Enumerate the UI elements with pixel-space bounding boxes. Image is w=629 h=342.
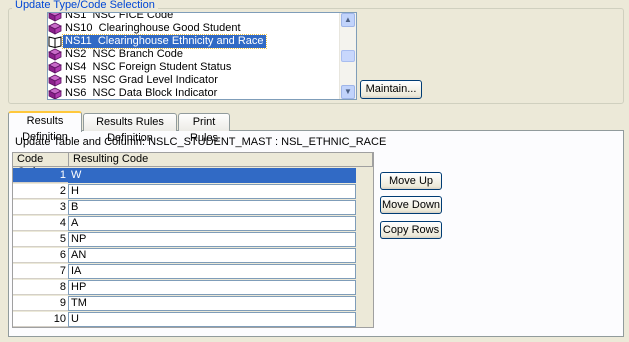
scroll-down-arrow-icon[interactable]: ▼ — [341, 85, 355, 99]
column-header-resulting-code[interactable]: Resulting Code — [69, 153, 373, 167]
tab-results-rules-definition[interactable]: Results Rules Definition — [83, 113, 177, 144]
table-row[interactable]: 4A — [13, 216, 358, 232]
code-order-cell[interactable]: 9 — [13, 296, 68, 311]
list-item-code: NS4 — [65, 61, 87, 73]
book-icon — [48, 61, 62, 74]
table-row[interactable]: 10 U — [13, 312, 358, 328]
resulting-code-cell[interactable]: H — [68, 184, 356, 199]
table-row[interactable]: 1W — [13, 168, 358, 184]
code-order-cell[interactable]: 4 — [13, 216, 68, 231]
table-row[interactable]: 6 AN — [13, 248, 358, 264]
list-item-description: NSC Branch Code — [92, 48, 184, 60]
copy-rows-button[interactable]: Copy Rows — [380, 221, 442, 239]
table-row[interactable]: 7 IA — [13, 264, 358, 280]
move-up-button[interactable]: Move Up — [380, 172, 442, 190]
list-item-label: NS4 NSC Foreign Student Status — [63, 61, 233, 74]
type-code-listbox[interactable]: NS1 NSC FICE Code NS10 Clearinghouse Good… — [47, 12, 357, 100]
book-icon — [48, 48, 62, 61]
tab-results-definition[interactable]: Results Definition — [8, 111, 82, 143]
book-icon — [48, 87, 62, 99]
code-order-cell[interactable]: 10 — [13, 312, 68, 327]
list-item[interactable]: NS4 NSC Foreign Student Status — [48, 61, 338, 74]
list-item-code: NS11 — [65, 35, 92, 47]
list-item-label: NS1 NSC FICE Code — [63, 12, 175, 22]
list-item-code: NS10 — [65, 22, 93, 34]
maintain-button[interactable]: Maintain... — [360, 80, 422, 99]
list-item-code: NS1 — [65, 12, 87, 21]
group-title: Update Type/Code Selection — [12, 0, 158, 11]
book-icon — [48, 74, 62, 87]
resulting-code-cell[interactable]: W — [68, 168, 356, 183]
list-item-code: NS2 — [65, 48, 87, 60]
update-table-column-label: Update Table and Column: NSLC_STUDENT_MA… — [15, 136, 387, 148]
list-item-description: NSC Foreign Student Status — [92, 61, 232, 73]
book-icon — [48, 22, 62, 35]
code-order-cell[interactable]: 3 — [13, 200, 68, 215]
table-row[interactable]: 8 HP — [13, 280, 358, 296]
list-item-label: NS10 Clearinghouse Good Student — [63, 22, 243, 35]
list-item-code: NS6 — [65, 87, 87, 99]
copy-rows-label: Copy Rows — [382, 224, 440, 236]
column-header-code-order[interactable]: Code Order — [13, 153, 69, 178]
list-item[interactable]: NS11 Clearinghouse Ethnicity and Race — [48, 34, 338, 49]
list-item-description: NSC FICE Code — [92, 12, 174, 21]
open-book-icon — [48, 35, 62, 49]
list-item-description: Clearinghouse Ethnicity and Race — [97, 35, 264, 47]
list-item[interactable]: NS2 NSC Branch Code — [48, 48, 338, 61]
tab-print-rules[interactable]: Print Rules — [178, 113, 230, 144]
table-row[interactable]: 5 NP — [13, 232, 358, 248]
resulting-code-cell[interactable]: TM — [68, 296, 356, 311]
list-item-description: Clearinghouse Good Student — [98, 22, 241, 34]
resulting-code-cell[interactable]: NP — [68, 232, 356, 247]
list-item-description: NSC Data Block Indicator — [92, 87, 218, 99]
list-item-label: NS2 NSC Branch Code — [63, 48, 185, 61]
code-order-cell[interactable]: 2 — [13, 184, 68, 199]
resulting-code-grid[interactable]: Code Order Resulting Code 1W2H3B4A5NP6AN… — [12, 152, 374, 328]
resulting-code-cell[interactable]: AN — [68, 248, 356, 263]
table-row[interactable]: 3B — [13, 200, 358, 216]
code-order-cell[interactable]: 8 — [13, 280, 68, 295]
resulting-code-cell[interactable]: A — [68, 216, 356, 231]
resulting-code-cell[interactable]: IA — [68, 264, 356, 279]
list-item-label: NS5 NSC Grad Level Indicator — [63, 74, 220, 87]
move-up-label: Move Up — [388, 175, 434, 187]
list-item[interactable]: NS1 NSC FICE Code — [48, 12, 338, 22]
scroll-up-arrow-icon[interactable]: ▲ — [341, 13, 355, 27]
list-item[interactable]: NS6 NSC Data Block Indicator — [48, 87, 338, 99]
code-order-cell[interactable]: 6 — [13, 248, 68, 263]
code-order-cell[interactable]: 7 — [13, 264, 68, 279]
code-order-cell[interactable]: 1 — [13, 168, 68, 183]
list-item-code: NS5 — [65, 74, 87, 86]
table-row[interactable]: 9 TM — [13, 296, 358, 312]
resulting-code-cell[interactable]: HP — [68, 280, 356, 295]
book-icon — [48, 13, 62, 22]
list-item[interactable]: NS5 NSC Grad Level Indicator — [48, 74, 338, 87]
list-item-label: NS6 NSC Data Block Indicator — [63, 87, 219, 99]
list-item[interactable]: NS10 Clearinghouse Good Student — [48, 22, 338, 35]
list-item-description: NSC Grad Level Indicator — [92, 74, 218, 86]
table-row[interactable]: 2H — [13, 184, 358, 200]
list-item-label: NS11 Clearinghouse Ethnicity and Race — [62, 34, 267, 49]
scroll-thumb[interactable] — [341, 50, 355, 62]
move-down-label: Move Down — [381, 199, 441, 211]
resulting-code-cell[interactable]: U — [68, 312, 356, 327]
list-scrollbar[interactable]: ▲ ▼ — [339, 13, 356, 99]
resulting-code-cell[interactable]: B — [68, 200, 356, 215]
code-order-cell[interactable]: 5 — [13, 232, 68, 247]
move-down-button[interactable]: Move Down — [380, 196, 442, 214]
